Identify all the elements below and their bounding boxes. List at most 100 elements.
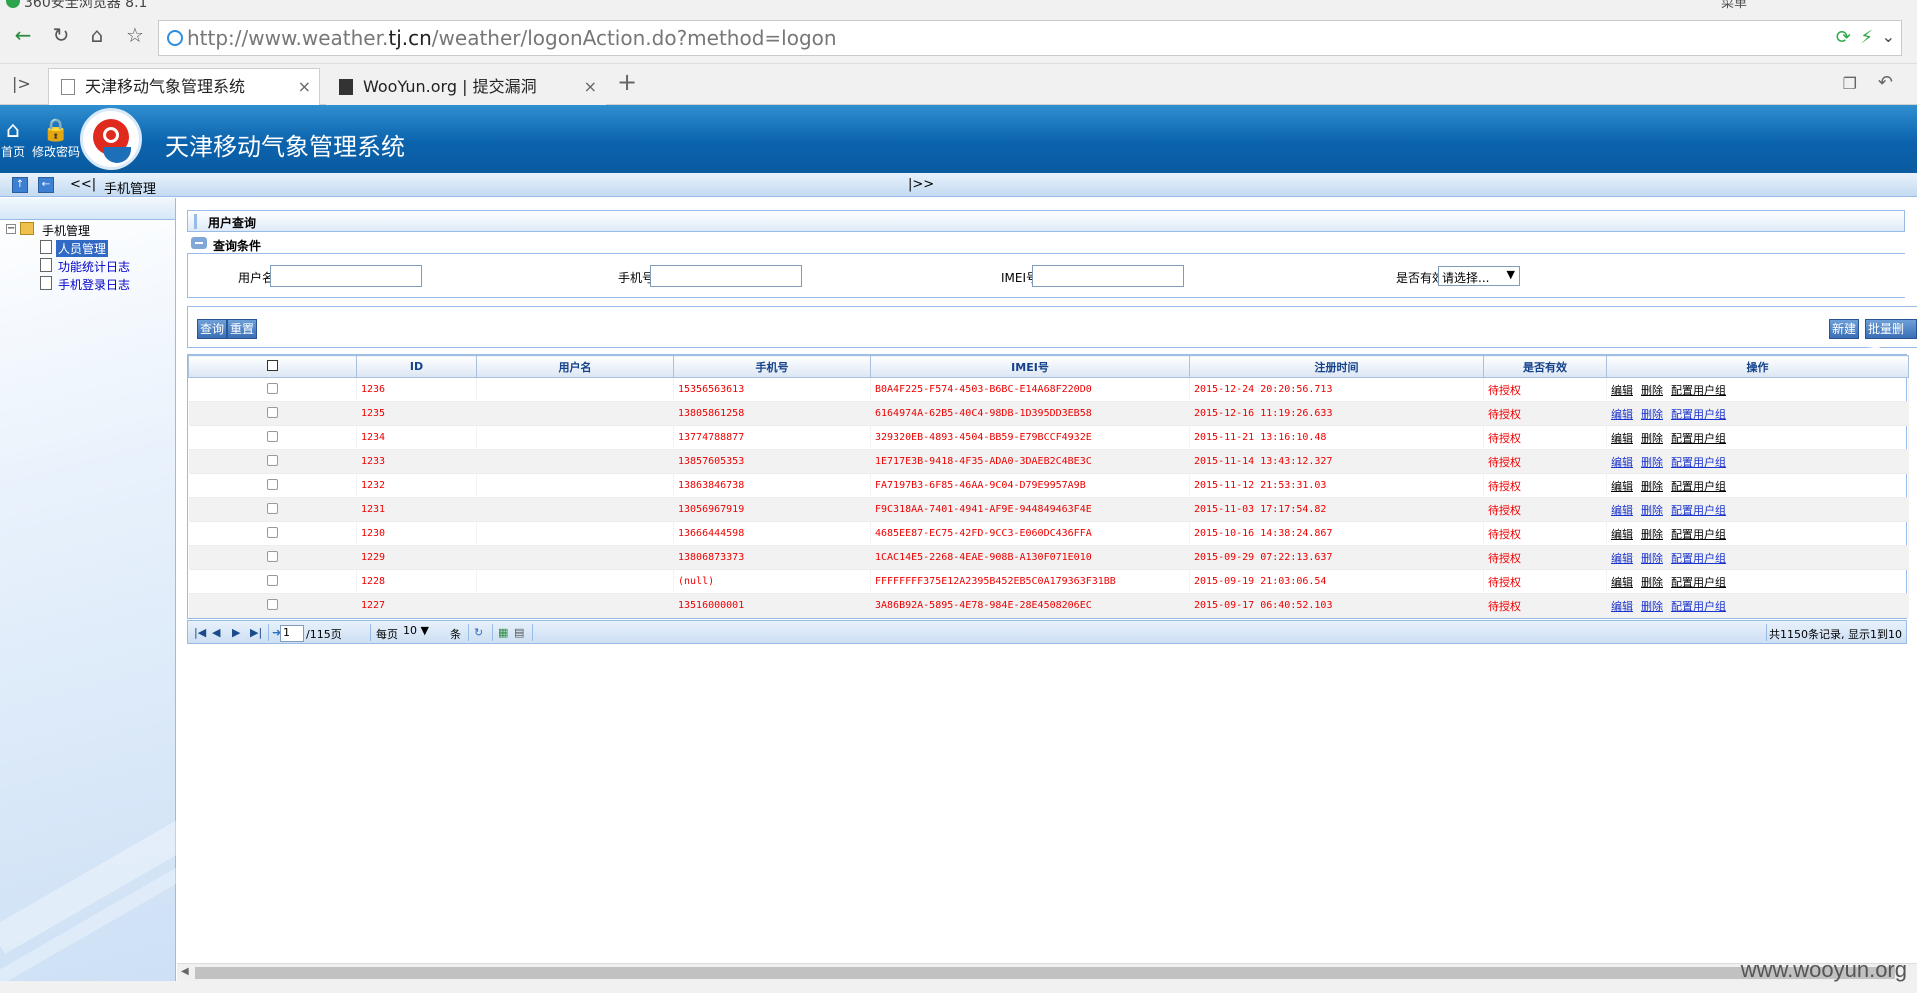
batch-delete-button[interactable]: 批量删除	[1865, 319, 1917, 354]
configure-group-link[interactable]: 配置用户组	[1671, 600, 1726, 613]
horizontal-scrollbar[interactable]: ◀	[177, 963, 1917, 981]
reset-button[interactable]: 重置	[227, 319, 258, 339]
table-row[interactable]: 1228 (null) FFFFFFFF375E12A2395B452EB5C0A1…	[188, 569, 1909, 594]
row-checkbox[interactable]	[266, 502, 278, 514]
delete-link[interactable]: 删除	[1641, 504, 1663, 517]
tab-wooyun[interactable]: WooYun.org | 提交漏洞 ×	[326, 68, 606, 105]
url-text[interactable]: http://www.weather.tj.cn/weather/logonAc…	[187, 26, 837, 50]
table-row[interactable]: 1235 13805861258 6164974A-62B5-40C4-98DB-1…	[188, 401, 1909, 426]
configure-group-link[interactable]: 配置用户组	[1671, 528, 1726, 541]
close-icon[interactable]: ×	[584, 69, 597, 105]
edit-link[interactable]: 编辑	[1611, 600, 1633, 613]
configure-group-link[interactable]: 配置用户组	[1671, 432, 1726, 445]
edit-link[interactable]: 编辑	[1611, 456, 1633, 469]
imei-input[interactable]	[1032, 265, 1184, 287]
expand-right-toggle[interactable]: |>>	[908, 177, 934, 192]
column-header[interactable]: 是否有效	[1483, 355, 1607, 378]
address-bar[interactable]: http://www.weather.tj.cn/weather/logonAc…	[158, 20, 1902, 56]
column-header[interactable]: 注册时间	[1189, 355, 1484, 378]
edit-link[interactable]: 编辑	[1611, 384, 1633, 397]
table-row[interactable]: 1229 13806873373 1CAC14E5-2268-4EAE-908B-A…	[188, 545, 1909, 570]
column-header[interactable]: 手机号	[673, 355, 871, 378]
table-row[interactable]: 1230 13666444598 4685EE87-EC75-42FD-9CC3-E…	[188, 521, 1909, 546]
username-input[interactable]	[270, 265, 422, 287]
table-row[interactable]: 1227 13516000001 3A86B92A-5895-4E78-984E-2…	[188, 593, 1909, 618]
row-select-cell[interactable]	[188, 497, 357, 522]
home-button[interactable]: ⌂ 首页	[0, 119, 26, 160]
row-checkbox[interactable]	[266, 550, 278, 562]
row-select-cell[interactable]	[188, 593, 357, 618]
configure-group-link[interactable]: 配置用户组	[1671, 552, 1726, 565]
configure-group-link[interactable]: 配置用户组	[1671, 408, 1726, 421]
sidebar-item-phone-management[interactable]: − 手机管理	[6, 222, 166, 238]
undo-close-icon[interactable]: ↶	[1878, 72, 1893, 93]
first-page-icon[interactable]: |◀	[194, 626, 206, 639]
sidebar-toggle-icon[interactable]: |>	[12, 74, 31, 93]
back-arrow-icon[interactable]: ←	[12, 24, 34, 46]
search-button[interactable]: 查询	[197, 319, 228, 339]
delete-link[interactable]: 删除	[1641, 528, 1663, 541]
prev-page-icon[interactable]: ◀	[212, 626, 220, 639]
browser-menu-label[interactable]: 菜单	[1721, 0, 1747, 10]
sidebar-item-function-stats-log[interactable]: 功能统计日志	[40, 258, 160, 274]
page-input[interactable]: 1	[280, 625, 304, 642]
collapse-toggle-icon[interactable]	[191, 237, 207, 249]
delete-link[interactable]: 删除	[1641, 456, 1663, 469]
table-row[interactable]: 1233 13857605353 1E717E3B-9418-4F35-ADA0-3…	[188, 449, 1909, 474]
column-header[interactable]: 用户名	[476, 355, 674, 378]
configure-group-link[interactable]: 配置用户组	[1671, 480, 1726, 493]
edit-link[interactable]: 编辑	[1611, 576, 1633, 589]
delete-link[interactable]: 删除	[1641, 384, 1663, 397]
select-all-checkbox[interactable]	[267, 359, 278, 371]
row-select-cell[interactable]	[188, 401, 357, 426]
row-select-cell[interactable]	[188, 569, 357, 594]
sidebar-item-login-log[interactable]: 手机登录日志	[40, 276, 160, 292]
document-export-icon[interactable]: ▤	[514, 626, 524, 639]
home-icon[interactable]: ⌂	[86, 24, 108, 46]
edit-link[interactable]: 编辑	[1611, 552, 1633, 565]
phone-input[interactable]	[650, 265, 802, 287]
per-page-select[interactable]: 10 ▼	[403, 624, 445, 641]
valid-select[interactable]: 请选择... ▼	[1438, 266, 1520, 286]
table-row[interactable]: 1232 13863846738 FA7197B3-6F85-46AA-9C04-D…	[188, 473, 1909, 498]
new-button[interactable]: 新建	[1829, 319, 1860, 339]
next-page-icon[interactable]: ▶	[232, 626, 240, 639]
collapse-left-toggle[interactable]: <<|	[70, 177, 96, 192]
column-header[interactable]: ID	[356, 355, 477, 378]
row-checkbox[interactable]	[266, 406, 278, 418]
speed-mode-icon[interactable]: ⚡	[1860, 27, 1873, 48]
column-header[interactable]: IMEI号	[870, 355, 1190, 378]
row-checkbox[interactable]	[266, 574, 278, 586]
edit-link[interactable]: 编辑	[1611, 408, 1633, 421]
delete-link[interactable]: 删除	[1641, 576, 1663, 589]
row-checkbox[interactable]	[266, 430, 278, 442]
row-select-cell[interactable]	[188, 473, 357, 498]
scrollbar-thumb[interactable]	[195, 967, 1895, 979]
row-checkbox[interactable]	[266, 478, 278, 490]
row-checkbox[interactable]	[266, 526, 278, 538]
collapse-icon[interactable]: −	[6, 224, 16, 234]
delete-link[interactable]: 删除	[1641, 432, 1663, 445]
delete-link[interactable]: 删除	[1641, 552, 1663, 565]
scroll-left-icon[interactable]: ◀	[181, 966, 189, 977]
compat-mode-icon[interactable]: ⟳	[1836, 27, 1851, 48]
configure-group-link[interactable]: 配置用户组	[1671, 456, 1726, 469]
delete-link[interactable]: 删除	[1641, 480, 1663, 493]
row-select-cell[interactable]	[188, 425, 357, 450]
tab-weather-system[interactable]: 天津移动气象管理系统 ×	[48, 68, 320, 105]
new-tab-icon[interactable]: +	[617, 68, 637, 96]
row-checkbox[interactable]	[266, 382, 278, 394]
table-row[interactable]: 1234 13774788877 329320EB-4893-4504-BB59-E…	[188, 425, 1909, 450]
table-row[interactable]: 1236 15356563613 B0A4F225-F574-4503-B6BC-E…	[188, 377, 1909, 402]
row-checkbox[interactable]	[266, 454, 278, 466]
delete-link[interactable]: 删除	[1641, 408, 1663, 421]
chevron-down-icon[interactable]: ⌄	[1882, 27, 1895, 46]
row-select-cell[interactable]	[188, 521, 357, 546]
configure-group-link[interactable]: 配置用户组	[1671, 504, 1726, 517]
excel-export-icon[interactable]: ▦	[498, 626, 508, 639]
row-select-cell[interactable]	[188, 377, 357, 402]
row-select-cell[interactable]	[188, 449, 357, 474]
edit-link[interactable]: 编辑	[1611, 528, 1633, 541]
reload-icon[interactable]: ↻	[50, 24, 72, 46]
close-icon[interactable]: ×	[298, 69, 311, 105]
